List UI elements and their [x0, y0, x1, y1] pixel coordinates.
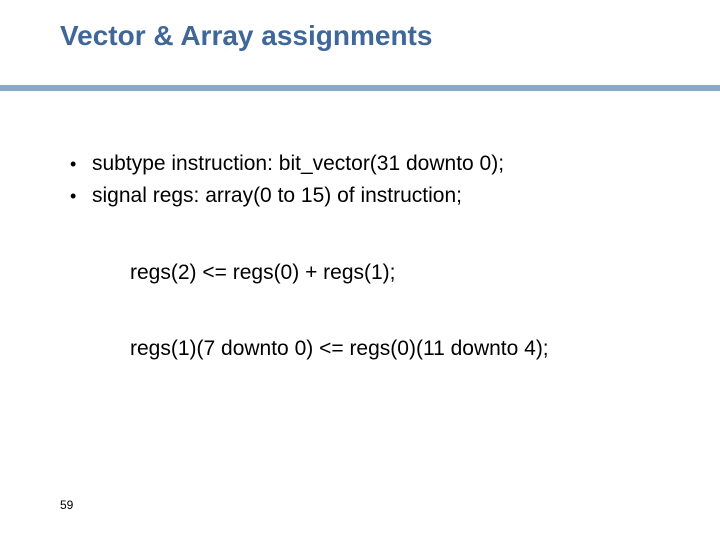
bullet-text: subtype instruction: bit_vector(31 downt…: [92, 150, 504, 178]
list-item: • signal regs: array(0 to 15) of instruc…: [70, 182, 680, 210]
content-area: • subtype instruction: bit_vector(31 dow…: [70, 150, 680, 363]
list-item: • subtype instruction: bit_vector(31 dow…: [70, 150, 680, 178]
code-line: regs(2) <= regs(0) + regs(1);: [130, 259, 680, 287]
title-underline: [0, 85, 720, 91]
slide: Vector & Array assignments • subtype ins…: [0, 0, 720, 540]
code-line: regs(1)(7 downto 0) <= regs(0)(11 downto…: [130, 335, 680, 363]
bullet-text: signal regs: array(0 to 15) of instructi…: [92, 182, 462, 210]
page-number: 59: [60, 498, 73, 512]
bullet-icon: •: [70, 152, 92, 176]
page-title: Vector & Array assignments: [0, 0, 720, 52]
bullet-icon: •: [70, 184, 92, 208]
